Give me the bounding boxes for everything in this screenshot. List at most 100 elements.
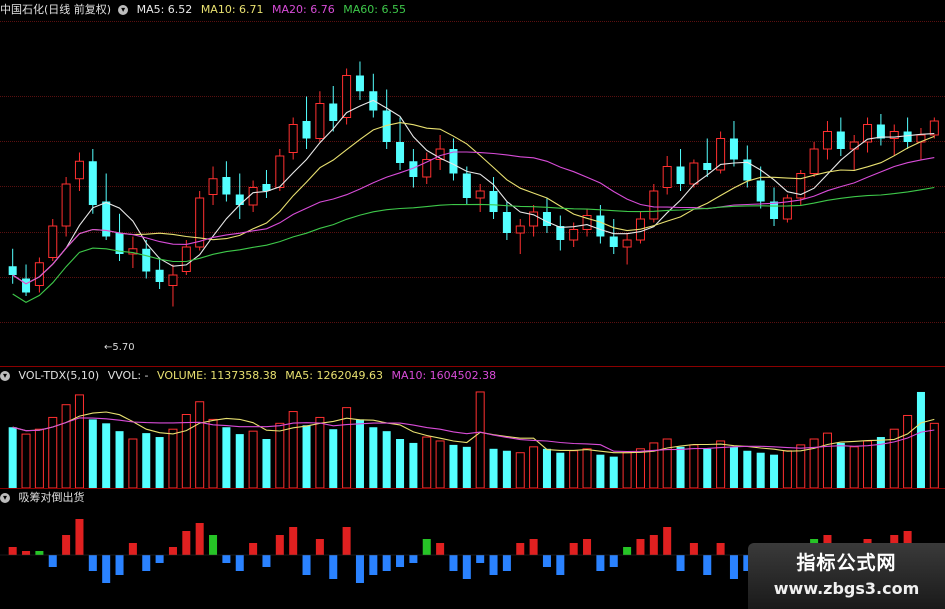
vvol-value: VVOL: - bbox=[107, 369, 149, 382]
candlestick bbox=[849, 135, 859, 170]
candlestick bbox=[836, 117, 845, 156]
candle-body-down bbox=[235, 194, 244, 205]
volume-bar-down bbox=[609, 456, 618, 488]
indicator-bar-positive bbox=[663, 527, 672, 555]
candle-body-down bbox=[756, 180, 765, 202]
candle-body-up bbox=[288, 124, 298, 153]
candle-body-down bbox=[222, 177, 231, 195]
candle-body-down bbox=[462, 173, 471, 198]
volume-bar-down bbox=[916, 391, 925, 488]
volume-bar-down bbox=[502, 450, 511, 488]
volume-bar-down bbox=[369, 427, 378, 488]
volume-bar-down bbox=[262, 439, 271, 488]
volume-bar-down bbox=[596, 454, 605, 488]
indicator-bar-positive bbox=[62, 535, 71, 555]
candlestick bbox=[475, 184, 485, 212]
volume-bar-up bbox=[422, 436, 432, 488]
candlestick bbox=[302, 96, 311, 149]
indicator-bar-positive bbox=[636, 539, 645, 555]
indicator-bar-positive bbox=[422, 539, 431, 555]
candlestick bbox=[74, 152, 84, 191]
indicator-bar-negative bbox=[115, 555, 124, 575]
indicator-bar-negative bbox=[676, 555, 685, 571]
candle-body-up bbox=[181, 246, 191, 272]
candle-body-up bbox=[61, 183, 71, 227]
price-chart[interactable] bbox=[0, 20, 945, 365]
candlestick bbox=[529, 205, 539, 237]
volume-bar-up bbox=[689, 444, 699, 488]
vol-indicator-title[interactable]: VOL-TDX(5,10) bbox=[19, 369, 100, 382]
stock-title[interactable]: 中国石化(日线 前复权) bbox=[0, 3, 111, 16]
candlestick bbox=[315, 91, 325, 142]
candle-body-down bbox=[22, 278, 31, 293]
candlestick bbox=[729, 121, 738, 167]
volume-bar-up bbox=[662, 438, 672, 488]
volume-bar-down bbox=[102, 423, 111, 488]
candlestick bbox=[34, 257, 44, 293]
candle-body-up bbox=[929, 120, 939, 136]
candle-body-up bbox=[515, 225, 525, 234]
candlestick bbox=[449, 138, 458, 181]
indicator-bar-negative bbox=[409, 555, 418, 563]
ma20-value: MA20: 6.76 bbox=[272, 3, 335, 16]
indicator-title[interactable]: 吸筹对倒出货 bbox=[19, 491, 85, 504]
candle-body-down bbox=[155, 269, 164, 282]
candlestick bbox=[275, 149, 285, 191]
indicator-bar-negative bbox=[222, 555, 231, 563]
volume-bar-up bbox=[181, 414, 191, 488]
volume-bar-down bbox=[756, 452, 765, 488]
candlestick bbox=[863, 117, 873, 153]
volume-bar-up bbox=[128, 438, 138, 488]
candle-body-up bbox=[74, 160, 84, 180]
volume-bar-down bbox=[743, 450, 752, 488]
volume-bar-down bbox=[556, 452, 565, 488]
candlestick bbox=[782, 194, 792, 223]
indicator-bar-negative bbox=[542, 555, 551, 567]
volume-bar-down bbox=[542, 448, 551, 488]
candlestick bbox=[502, 201, 511, 240]
volume-settings-icon[interactable]: ▾ bbox=[0, 371, 10, 381]
candle-body-down bbox=[329, 103, 338, 121]
candlestick bbox=[596, 205, 605, 244]
indicator-bar-negative bbox=[462, 555, 471, 579]
candle-body-down bbox=[596, 215, 605, 237]
volume-bar-up bbox=[622, 452, 632, 488]
candle-body-up bbox=[475, 190, 485, 199]
candle-body-down bbox=[396, 142, 405, 163]
candlestick bbox=[22, 264, 31, 296]
candlestick bbox=[435, 135, 445, 170]
settings-cone-icon[interactable]: ▾ bbox=[118, 5, 129, 15]
indicator-bar-negative bbox=[88, 555, 97, 571]
indicator-bar-positive bbox=[315, 539, 324, 555]
volume-bar-down bbox=[235, 434, 244, 488]
indicator-bar-positive bbox=[275, 535, 284, 555]
candlestick bbox=[703, 138, 712, 177]
volume-bar-up bbox=[582, 448, 592, 488]
candle-body-down bbox=[703, 163, 712, 170]
volume-bar-up bbox=[903, 414, 913, 488]
candle-body-down bbox=[355, 75, 364, 92]
volume-bar-up bbox=[74, 394, 84, 488]
stock-chart-window: 中国石化(日线 前复权) ▾ MA5: 6.52 MA10: 6.71 MA20:… bbox=[0, 0, 945, 609]
candle-body-down bbox=[142, 248, 151, 272]
volume-bar-up bbox=[569, 450, 579, 488]
indicator-settings-icon[interactable]: ▾ bbox=[0, 493, 10, 503]
volume-chart[interactable] bbox=[0, 384, 945, 488]
volume-bar-up bbox=[342, 407, 352, 488]
candle-body-up bbox=[622, 239, 632, 248]
indicator-bar-positive bbox=[569, 543, 578, 555]
indicator-bar-positive bbox=[128, 543, 137, 555]
indicator-bar-positive bbox=[168, 547, 177, 555]
volume-bar-up bbox=[195, 401, 205, 488]
candlestick bbox=[649, 184, 659, 223]
candlestick bbox=[422, 152, 432, 184]
ma10-value: MA10: 6.71 bbox=[200, 3, 264, 16]
candle-body-up bbox=[716, 138, 726, 171]
candle-body-down bbox=[609, 236, 618, 247]
volume-bar-down bbox=[329, 429, 338, 488]
watermark-url: www.zbgs3.com bbox=[773, 579, 920, 598]
indicator-bar-positive bbox=[289, 527, 298, 555]
candle-body-up bbox=[662, 166, 672, 188]
candle-body-up bbox=[849, 141, 859, 150]
indicator-bar-positive bbox=[75, 519, 84, 555]
